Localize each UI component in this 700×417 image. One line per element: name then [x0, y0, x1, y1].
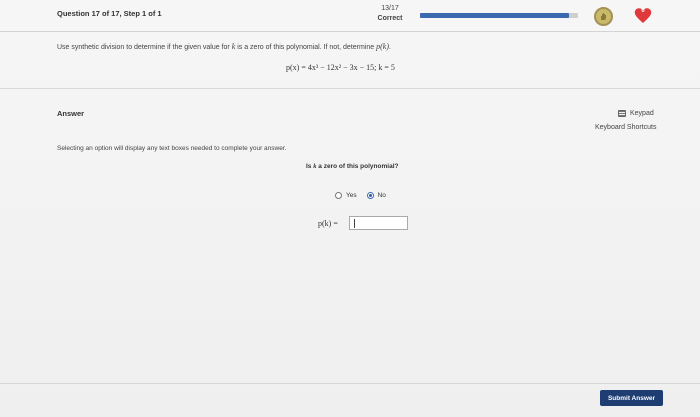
submit-answer-button[interactable]: Submit Answer	[600, 390, 663, 406]
screen: Question 17 of 17, Step 1 of 1 13/17 Cor…	[0, 0, 700, 417]
score-value: 13/17	[381, 5, 399, 12]
pk-input[interactable]	[349, 216, 408, 230]
option-yes-label: Yes	[346, 192, 357, 199]
text-caret	[354, 219, 355, 228]
question-label: Question 17 of 17, Step 1 of 1	[57, 9, 162, 18]
hand-icon	[601, 13, 606, 20]
polynomial-equation: p(x) = 4x³ − 12x² − 3x − 15; k = 5	[286, 63, 395, 72]
sub-question: Is k a zero of this polynomial?	[306, 163, 398, 170]
streak-badge-icon[interactable]	[594, 7, 613, 26]
keypad-label: Keypad	[630, 110, 654, 117]
keyboard-shortcuts-link[interactable]: Keyboard Shortcuts	[595, 124, 656, 131]
answer-options: Yes No	[335, 192, 386, 199]
radio-yes[interactable]	[335, 192, 342, 199]
option-no-label: No	[377, 192, 386, 199]
prompt-text-middle: is a zero of this polynomial. If not, de…	[235, 44, 377, 51]
hearts-count: 0	[641, 8, 645, 14]
answer-instruction: Selecting an option will display any tex…	[57, 145, 287, 152]
bottom-bar	[0, 383, 700, 417]
heart-badge: 0	[633, 5, 653, 25]
keypad-icon	[618, 110, 626, 117]
progress-bar	[420, 13, 578, 18]
score-status: Correct	[377, 15, 403, 22]
header: Question 17 of 17, Step 1 of 1 13/17 Cor…	[0, 0, 700, 32]
prompt-text-before: Use synthetic division to determine if t…	[57, 44, 232, 51]
pk-label: p(k) =	[318, 219, 338, 228]
prompt-text-after: .	[389, 44, 391, 51]
score-block: 13/17 Correct	[368, 4, 412, 24]
option-yes[interactable]: Yes	[335, 192, 357, 199]
radio-no[interactable]	[366, 192, 374, 199]
sub-question-suffix: a zero of this polynomial?	[316, 163, 399, 170]
divider	[0, 88, 700, 89]
answer-label: Answer	[57, 109, 85, 118]
prompt-var-pk: p(k)	[376, 42, 390, 51]
keypad-button[interactable]: Keypad	[618, 110, 654, 117]
option-no[interactable]: No	[366, 192, 386, 199]
question-prompt: Use synthetic division to determine if t…	[57, 42, 391, 51]
progress-fill	[420, 13, 569, 18]
